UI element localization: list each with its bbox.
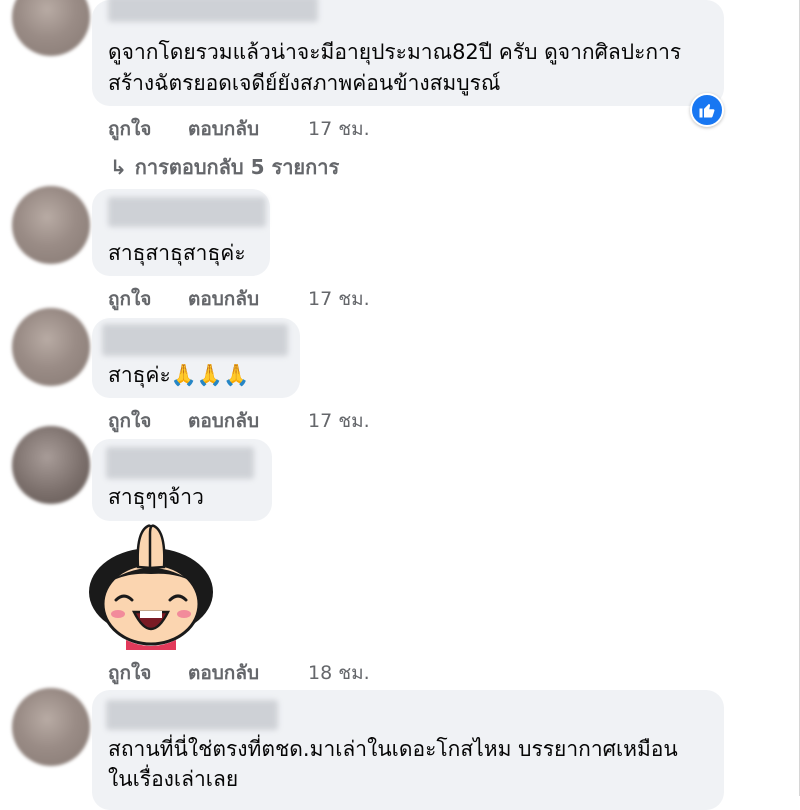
comment-text: สร้างฉัตรยอดเจดีย์ยังสภาพค่อนข้างสมบูรณ์	[108, 71, 501, 95]
pray-emoji: 🙏🙏🙏	[170, 363, 250, 387]
commenter-name[interactable]	[108, 197, 266, 227]
timestamp[interactable]: 17 ชม.	[308, 406, 370, 436]
like-link[interactable]: ถูกใจ	[108, 114, 151, 144]
avatar[interactable]	[12, 0, 90, 56]
comment-text: สาธุค่ะ🙏🙏🙏	[108, 360, 249, 391]
comment-text: สาธุสาธุสาธุค่ะ	[108, 241, 246, 265]
avatar[interactable]	[12, 308, 90, 386]
timestamp[interactable]: 17 ชม.	[308, 284, 370, 314]
avatar[interactable]	[12, 688, 90, 766]
comment-actions: ถูกใจ ตอบกลับ 17 ชม.	[108, 284, 408, 310]
avatar[interactable]	[12, 186, 90, 264]
like-link[interactable]: ถูกใจ	[108, 658, 151, 688]
timestamp[interactable]: 17 ชม.	[308, 114, 370, 144]
reply-link[interactable]: ตอบกลับ	[188, 406, 259, 436]
like-reaction-icon[interactable]	[690, 93, 724, 127]
like-link[interactable]: ถูกใจ	[108, 406, 151, 436]
view-replies-link[interactable]: ↳ การตอบกลับ 5 รายการ	[110, 151, 339, 183]
commenter-name[interactable]	[102, 324, 288, 356]
comment-actions: ถูกใจ ตอบกลับ 17 ชม.	[108, 114, 408, 140]
timestamp[interactable]: 18 ชม.	[308, 658, 370, 688]
reply-arrow-icon: ↳	[110, 155, 127, 179]
reply-link[interactable]: ตอบกลับ	[188, 114, 259, 144]
praying-girl-sticker[interactable]	[86, 522, 216, 652]
avatar[interactable]	[12, 426, 90, 504]
comment-actions: ถูกใจ ตอบกลับ 17 ชม.	[108, 406, 408, 432]
comment-text: สถานที่นี่ใช่ตรงที่ตชด.มาเล่าในเดอะโกสไห…	[108, 737, 678, 761]
comment-actions: ถูกใจ ตอบกลับ 18 ชม.	[108, 658, 408, 684]
reply-link[interactable]: ตอบกลับ	[188, 658, 259, 688]
commenter-name[interactable]	[108, 0, 318, 22]
like-link[interactable]: ถูกใจ	[108, 284, 151, 314]
reply-link[interactable]: ตอบกลับ	[188, 284, 259, 314]
commenter-name[interactable]	[106, 447, 254, 479]
comment-text: สาธุๆๆจ้าว	[108, 485, 204, 509]
comments-panel: ดูจากโดยรวมแล้วน่าจะมีอายุประมาณ82ปี ครั…	[0, 0, 800, 810]
comment-text: ดูจากโดยรวมแล้วน่าจะมีอายุประมาณ82ปี ครั…	[108, 40, 682, 64]
replies-count: การตอบกลับ 5 รายการ	[134, 155, 340, 179]
comment-text: ในเรื่องเล่าเลย	[108, 767, 239, 791]
thumbs-up-icon	[699, 104, 715, 118]
commenter-name[interactable]	[106, 700, 278, 730]
comment-text-body: สาธุค่ะ	[108, 363, 171, 387]
